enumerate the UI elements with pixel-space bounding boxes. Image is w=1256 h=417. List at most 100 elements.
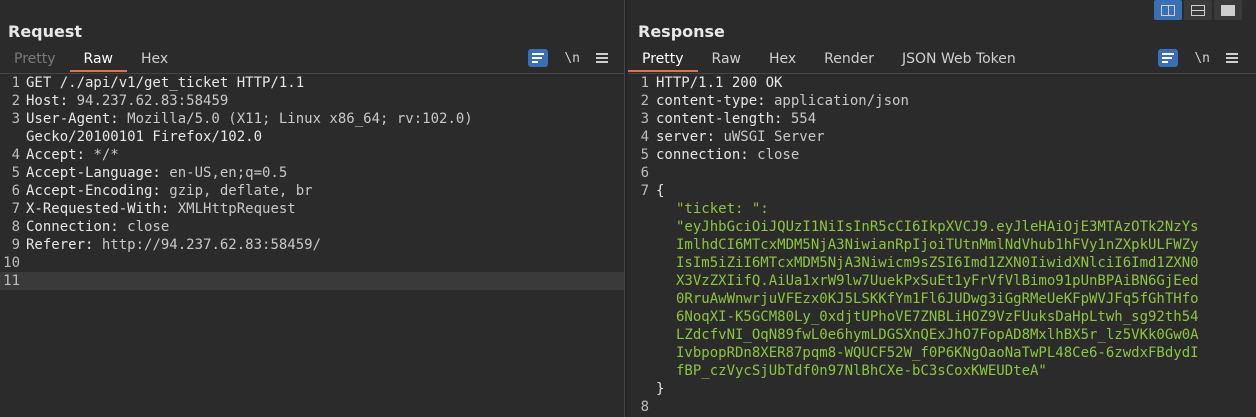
line-content: server: uWSGI Server xyxy=(656,128,825,146)
response-tabs: Pretty Raw Hex Render JSON Web Token xyxy=(628,48,1030,72)
json-key: "ticket: ": xyxy=(676,201,769,217)
editor-line: 8 xyxy=(628,398,1256,416)
json-value-line: ImlhdCI6MTcxMDM5NjA3NiwianRpIjoiTUtnMmlN… xyxy=(676,237,1199,253)
header-name: Referer: xyxy=(26,237,94,253)
editor-line: 3 content-length: 554 xyxy=(628,110,1256,128)
editor-line: } xyxy=(628,380,1256,398)
editor-line: 7 X-Requested-With: XMLHttpRequest xyxy=(0,200,624,218)
editor-line: IvbpopRDn8XER87pqm8-WQUCF52W_f0P6KNgOaoN… xyxy=(628,344,1256,362)
line-number: 8 xyxy=(640,399,649,415)
hamburger-menu-icon[interactable] xyxy=(596,53,608,63)
line-text: { xyxy=(656,183,665,199)
line-number: 5 xyxy=(640,147,649,163)
request-tab-pretty[interactable]: Pretty xyxy=(0,48,70,72)
newline-toggle[interactable]: \n xyxy=(1194,51,1210,66)
line-number: 10 xyxy=(3,255,20,271)
line-content: Connection: close xyxy=(26,218,169,236)
request-editor-tools: \n xyxy=(528,49,608,67)
editor-line: IsIm5iZiI6MTcxMDM5NjA3Niwicm9sZSI6Imd1ZX… xyxy=(628,254,1256,272)
word-wrap-toggle[interactable] xyxy=(1158,49,1179,67)
line-number: 4 xyxy=(11,147,20,163)
line-content: Accept: */* xyxy=(26,146,119,164)
line-content: { xyxy=(656,182,664,200)
header-value: 94.237.62.83:58459 xyxy=(68,93,229,109)
request-tab-raw[interactable]: Raw xyxy=(69,48,128,72)
line-text: HTTP/1.1 200 OK xyxy=(656,75,783,91)
line-number: 8 xyxy=(11,219,20,235)
editor-line: 7{ xyxy=(628,182,1256,200)
line-content: Referer: http://94.237.62.83:58459/ xyxy=(26,236,321,254)
request-title: Request xyxy=(8,22,83,41)
editor-line: 4 Accept: */* xyxy=(0,146,624,164)
editor-line: 6 Accept-Encoding: gzip, deflate, br xyxy=(0,182,624,200)
editor-line: 1 GET /./api/v1/get_ticket HTTP/1.1 xyxy=(0,74,624,92)
response-tab-jwt[interactable]: JSON Web Token xyxy=(888,48,1030,72)
editor-line: "eyJhbGciOiJQUzI1NiIsInR5cCI6IkpXVCJ9.ey… xyxy=(628,218,1256,236)
line-content: User-Agent: Mozilla/5.0 (X11; Linux x86_… xyxy=(26,110,473,128)
header-value: close xyxy=(748,147,800,163)
response-tab-raw[interactable]: Raw xyxy=(698,48,755,72)
editor-line: 11 xyxy=(0,272,624,290)
header-name: connection: xyxy=(656,147,749,163)
editor-line: fBP_czVycSjUbTdf0n97NlBhCXe-bC3sCoxKWEUD… xyxy=(628,362,1256,380)
header-name: Connection: xyxy=(26,219,119,235)
request-editor[interactable]: 1 GET /./api/v1/get_ticket HTTP/1.1 2 Host:… xyxy=(0,73,624,417)
line-text: Gecko/20100101 Firefox/102.0 xyxy=(26,129,263,145)
header-value: en-US,en;q=0.5 xyxy=(160,165,288,181)
editor-line: 10 xyxy=(0,254,624,272)
editor-line: Gecko/20100101 Firefox/102.0 xyxy=(0,128,624,146)
response-title: Response xyxy=(638,22,725,41)
line-number: 1 xyxy=(11,75,20,91)
line-number: 7 xyxy=(11,201,20,217)
header-value: uWSGI Server xyxy=(715,129,825,145)
line-number: 1 xyxy=(640,75,649,91)
editor-line: 0RruAwWnwrjuVFEzx0KJ5LSKKfYm1Fl6JUDwg3iG… xyxy=(628,290,1256,308)
line-number: 7 xyxy=(640,183,649,199)
header-name: Host: xyxy=(26,93,69,109)
response-editor[interactable]: 1 HTTP/1.1 200 OK 2 content-type: applicati… xyxy=(628,73,1256,417)
json-value-line: LZdcfvNI_OqN89fwL0e6hymLDGSXnQExJhO7FopA… xyxy=(676,327,1199,343)
editor-line: 4 server: uWSGI Server xyxy=(628,128,1256,146)
header-value: */* xyxy=(85,147,119,163)
json-value-line: 0RruAwWnwrjuVFEzx0KJ5LSKKfYm1Fl6JUDwg3iG… xyxy=(676,291,1199,307)
word-wrap-toggle[interactable] xyxy=(528,49,549,67)
header-name: content-length: xyxy=(656,111,783,127)
line-content: HTTP/1.1 200 OK xyxy=(656,74,782,92)
header-name: User-Agent: xyxy=(26,111,119,127)
request-tab-hex[interactable]: Hex xyxy=(127,48,182,72)
response-tab-pretty[interactable]: Pretty xyxy=(628,48,698,72)
header-value: application/json xyxy=(765,93,909,109)
header-name: Accept-Encoding: xyxy=(26,183,161,199)
header-value: http://94.237.62.83:58459/ xyxy=(93,237,322,253)
editor-line: 5 connection: close xyxy=(628,146,1256,164)
header-value: Mozilla/5.0 (X11; Linux x86_64; rv:102.0… xyxy=(118,111,473,127)
header-name: X-Requested-With: xyxy=(26,201,170,217)
line-content: GET /./api/v1/get_ticket HTTP/1.1 xyxy=(26,74,304,92)
line-number: 9 xyxy=(11,237,20,253)
editor-line: 3 User-Agent: Mozilla/5.0 (X11; Linux x86… xyxy=(0,110,624,128)
response-editor-tools: \n xyxy=(1158,49,1238,67)
newline-toggle[interactable]: \n xyxy=(564,51,580,66)
line-number: 5 xyxy=(11,165,20,181)
editor-line: 5 Accept-Language: en-US,en;q=0.5 xyxy=(0,164,624,182)
json-value-line: "eyJhbGciOiJQUzI1NiIsInR5cCI6IkpXVCJ9.ey… xyxy=(676,219,1199,235)
json-value-line: X3VzZXIifQ.AiUa1xrW9lw7UuekPxSuEt1yFrVfV… xyxy=(676,273,1199,289)
line-number: 2 xyxy=(11,93,20,109)
line-content: Gecko/20100101 Firefox/102.0 xyxy=(26,128,262,146)
request-tabs: Pretty Raw Hex xyxy=(0,48,182,72)
response-tab-render[interactable]: Render xyxy=(810,48,888,72)
header-value: close xyxy=(118,219,170,235)
json-closing-brace: } xyxy=(656,381,665,397)
header-name: Accept: xyxy=(26,147,86,163)
json-value-line: 6NoqXI-K5GCM80Ly_0xdjtUPhoVE7ZNBLiHOZ9Vz… xyxy=(676,309,1199,325)
editor-line: ImlhdCI6MTcxMDM5NjA3NiwianRpIjoiTUtnMmlN… xyxy=(628,236,1256,254)
line-number: 6 xyxy=(11,183,20,199)
header-value: gzip, deflate, br xyxy=(160,183,313,199)
line-number: 2 xyxy=(640,93,649,109)
line-number: 3 xyxy=(640,111,649,127)
line-content: Accept-Language: en-US,en;q=0.5 xyxy=(26,164,287,182)
response-tab-hex[interactable]: Hex xyxy=(755,48,810,72)
line-number: 6 xyxy=(640,165,649,181)
hamburger-menu-icon[interactable] xyxy=(1226,53,1238,63)
editor-line: 2 content-type: application/json xyxy=(628,92,1256,110)
